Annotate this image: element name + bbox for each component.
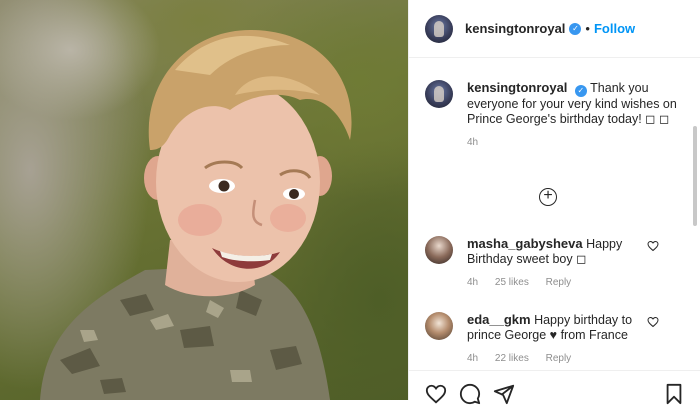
- caption-time: 4h: [467, 137, 479, 148]
- caption-body: kensingtonroyal ✓ Thank you everyone for…: [467, 80, 679, 150]
- header-username[interactable]: kensingtonroyal: [465, 21, 565, 36]
- comment-likes[interactable]: 25 likes: [495, 277, 529, 288]
- boy-portrait-illustration: [40, 30, 352, 400]
- caption-username[interactable]: kensingtonroyal: [467, 80, 567, 95]
- paper-plane-icon[interactable]: [493, 383, 515, 405]
- commenter-avatar[interactable]: [425, 312, 453, 340]
- separator-dot: •: [585, 21, 590, 36]
- comment-username[interactable]: masha_gabysheva: [467, 236, 583, 251]
- comment-likes[interactable]: 22 likes: [495, 353, 529, 364]
- post-photo[interactable]: [0, 0, 408, 400]
- comment-reply-link[interactable]: Reply: [546, 353, 572, 364]
- follow-button[interactable]: Follow: [594, 21, 635, 36]
- caption-author-avatar[interactable]: [425, 80, 453, 108]
- bookmark-icon[interactable]: [663, 383, 685, 405]
- comment-username[interactable]: eda__gkm: [467, 312, 531, 327]
- post-side-panel: kensingtonroyal ✓ • Follow kensingtonroy…: [408, 0, 700, 405]
- comment-time: 4h: [467, 353, 479, 364]
- heart-outline-icon[interactable]: [647, 316, 659, 328]
- comment-item: eda__gkm Happy birthday to prince George…: [425, 312, 687, 366]
- comment-reply-link[interactable]: Reply: [546, 277, 572, 288]
- scrollbar-thumb[interactable]: [693, 126, 697, 226]
- comment-item: masha_gabysheva Happy Birthday sweet boy…: [425, 236, 687, 290]
- comment-icon[interactable]: [459, 383, 481, 405]
- post-action-bar: [409, 370, 700, 405]
- comment-time: 4h: [467, 277, 479, 288]
- comment-meta: 4h 25 likes Reply: [467, 275, 649, 290]
- comment-meta: 4h 22 likes Reply: [467, 351, 649, 366]
- post-header: kensingtonroyal ✓ • Follow: [409, 0, 700, 58]
- comment-body: masha_gabysheva Happy Birthday sweet boy…: [467, 236, 649, 290]
- heart-outline-icon[interactable]: [647, 240, 659, 252]
- commenter-avatar[interactable]: [425, 236, 453, 264]
- author-avatar[interactable]: [425, 14, 453, 43]
- comments-scroll-area[interactable]: kensingtonroyal ✓ Thank you everyone for…: [409, 58, 700, 370]
- verified-badge-icon: ✓: [574, 85, 587, 97]
- heart-outline-icon[interactable]: [425, 383, 447, 405]
- post-caption: kensingtonroyal ✓ Thank you everyone for…: [425, 80, 687, 150]
- plus-circle-icon[interactable]: +: [539, 188, 557, 206]
- verified-badge-icon: ✓: [569, 22, 582, 35]
- comment-body: eda__gkm Happy birthday to prince George…: [467, 312, 649, 366]
